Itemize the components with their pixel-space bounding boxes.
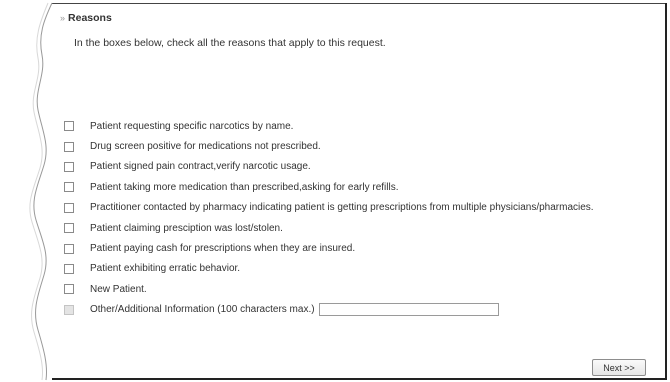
frame-bottom-border [52,378,667,380]
reason-checkbox[interactable] [64,263,74,274]
reason-checkbox[interactable] [64,223,74,234]
section-title: Reasons [68,12,112,24]
reason-checkbox[interactable] [64,182,74,193]
reason-label: Patient signed pain contract,verify narc… [90,161,311,173]
torn-edge [29,2,53,381]
reason-checkbox[interactable] [64,161,74,172]
reason-checkbox[interactable] [64,284,74,295]
reason-checkbox[interactable] [64,141,74,152]
next-button[interactable]: Next >> [592,359,646,376]
double-chevron-icon: » [60,13,66,23]
frame-right-border [665,3,667,379]
other-reason-checkbox [64,304,74,315]
reason-item[interactable]: Patient claiming presciption was lost/st… [64,218,594,238]
reason-label: Drug screen positive for medications not… [90,141,321,153]
reason-item[interactable]: Patient signed pain contract,verify narc… [64,157,594,177]
reason-item[interactable]: Patient requesting specific narcotics by… [64,116,594,136]
instructions-text: In the boxes below, check all the reason… [74,37,386,49]
reason-item[interactable]: Patient exhibiting erratic behavior. [64,259,594,279]
frame-top-border [52,3,666,4]
reason-label: New Patient. [90,283,147,295]
reason-label: Patient paying cash for prescriptions wh… [90,243,356,255]
reason-item[interactable]: Practitioner contacted by pharmacy indic… [64,198,594,218]
reason-checkbox[interactable] [64,121,74,132]
reason-label: Practitioner contacted by pharmacy indic… [90,202,594,214]
reasons-list: Patient requesting specific narcotics by… [64,116,594,320]
reason-item[interactable]: Patient paying cash for prescriptions wh… [64,238,594,258]
other-info-input[interactable] [318,303,499,317]
reason-checkbox[interactable] [64,243,74,254]
other-reason-item: Other/Additional Information (100 charac… [64,300,594,320]
reason-label: Patient claiming presciption was lost/st… [90,222,283,234]
reason-item[interactable]: New Patient. [64,279,594,299]
reason-checkbox[interactable] [64,202,74,213]
reason-label: Patient requesting specific narcotics by… [90,120,294,132]
reason-item[interactable]: Drug screen positive for medications not… [64,136,594,156]
section-header: » Reasons [60,11,112,25]
reason-item[interactable]: Patient taking more medication than pres… [64,177,594,197]
other-reason-label: Other/Additional Information (100 charac… [90,304,315,316]
reason-label: Patient taking more medication than pres… [90,181,399,193]
reason-label: Patient exhibiting erratic behavior. [90,263,241,275]
